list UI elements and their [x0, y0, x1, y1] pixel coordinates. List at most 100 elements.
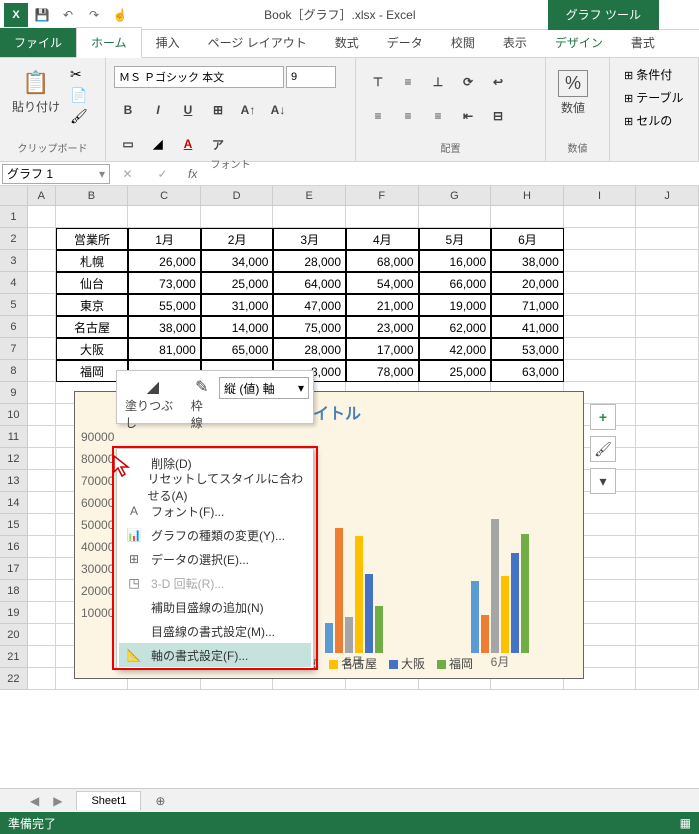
- font-size-select[interactable]: [286, 66, 336, 88]
- cell[interactable]: [564, 206, 637, 228]
- copy-icon[interactable]: 📄: [70, 87, 88, 104]
- row-header[interactable]: 22: [0, 668, 28, 690]
- cell[interactable]: [564, 316, 637, 338]
- undo-icon[interactable]: ↶: [56, 3, 80, 27]
- cell[interactable]: [201, 206, 274, 228]
- cell[interactable]: 31,000: [201, 294, 274, 316]
- cell[interactable]: [56, 206, 129, 228]
- context-menu-item[interactable]: 📐軸の書式設定(F)...: [119, 643, 311, 667]
- col-header[interactable]: A: [28, 186, 56, 206]
- cell[interactable]: 64,000: [273, 272, 346, 294]
- col-header[interactable]: J: [636, 186, 699, 206]
- name-box[interactable]: グラフ 1▾: [2, 164, 110, 184]
- cell[interactable]: [636, 492, 699, 514]
- context-menu-item[interactable]: 補助目盛線の追加(N): [119, 595, 311, 619]
- row-header[interactable]: 16: [0, 536, 28, 558]
- align-center-icon[interactable]: ≡: [394, 104, 422, 128]
- bold-button[interactable]: B: [114, 98, 142, 122]
- col-header[interactable]: H: [491, 186, 564, 206]
- cell[interactable]: [28, 228, 56, 250]
- font-grow-icon[interactable]: A↑: [234, 98, 262, 122]
- wrap-text-icon[interactable]: ↩: [484, 70, 512, 94]
- align-middle-icon[interactable]: ≡: [394, 70, 422, 94]
- cell[interactable]: [28, 624, 56, 646]
- cell[interactable]: [419, 206, 492, 228]
- font-name-select[interactable]: [114, 66, 284, 88]
- view-controls[interactable]: ▦: [680, 816, 691, 830]
- cell[interactable]: 71,000: [491, 294, 564, 316]
- col-header[interactable]: I: [564, 186, 637, 206]
- indent-dec-icon[interactable]: ⇤: [454, 104, 482, 128]
- tab-review[interactable]: 校閲: [437, 28, 489, 57]
- redo-icon[interactable]: ↷: [82, 3, 106, 27]
- cell[interactable]: 38,000: [491, 250, 564, 272]
- row-header[interactable]: 8: [0, 360, 28, 382]
- cell[interactable]: [636, 536, 699, 558]
- orientation-icon[interactable]: ⟳: [454, 70, 482, 94]
- cell[interactable]: 営業所: [56, 228, 129, 250]
- cell[interactable]: [28, 470, 56, 492]
- cell[interactable]: 62,000: [419, 316, 492, 338]
- cell[interactable]: 53,000: [491, 338, 564, 360]
- cell[interactable]: [28, 492, 56, 514]
- cell[interactable]: [636, 426, 699, 448]
- row-header[interactable]: 21: [0, 646, 28, 668]
- cell[interactable]: [28, 250, 56, 272]
- cell[interactable]: [28, 602, 56, 624]
- font-color-button[interactable]: A: [174, 132, 202, 156]
- cell[interactable]: [636, 382, 699, 404]
- row-header[interactable]: 14: [0, 492, 28, 514]
- cell[interactable]: 34,000: [201, 250, 274, 272]
- cell[interactable]: [636, 448, 699, 470]
- cell[interactable]: [636, 206, 699, 228]
- cell[interactable]: 65,000: [201, 338, 274, 360]
- row-header[interactable]: 6: [0, 316, 28, 338]
- context-menu-item[interactable]: ◳3-D 回転(R)...: [119, 571, 311, 595]
- cell[interactable]: [564, 294, 637, 316]
- font-shrink-icon[interactable]: A↓: [264, 98, 292, 122]
- fill-button[interactable]: ◢ 塗りつぶし: [121, 375, 185, 419]
- cell[interactable]: 17,000: [346, 338, 419, 360]
- cell[interactable]: [636, 338, 699, 360]
- save-icon[interactable]: 💾: [30, 3, 54, 27]
- context-menu-item[interactable]: 📊グラフの種類の変更(Y)...: [119, 523, 311, 547]
- row-header[interactable]: 7: [0, 338, 28, 360]
- sheet-nav-next-icon[interactable]: ▶: [53, 794, 62, 808]
- italic-button[interactable]: I: [144, 98, 172, 122]
- cell[interactable]: 78,000: [346, 360, 419, 382]
- row-header[interactable]: 1: [0, 206, 28, 228]
- tab-insert[interactable]: 挿入: [142, 28, 194, 57]
- cell[interactable]: [28, 338, 56, 360]
- cell[interactable]: 3月: [273, 228, 346, 250]
- number-format-button[interactable]: % 数値: [554, 66, 592, 120]
- cell[interactable]: [28, 514, 56, 536]
- cell[interactable]: [564, 228, 637, 250]
- sheet-nav-prev-icon[interactable]: ◀: [30, 794, 39, 808]
- cell[interactable]: [28, 382, 56, 404]
- cell[interactable]: 28,000: [273, 338, 346, 360]
- cell[interactable]: [636, 646, 699, 668]
- cell[interactable]: [28, 206, 56, 228]
- row-header[interactable]: 17: [0, 558, 28, 580]
- context-menu-item[interactable]: リセットしてスタイルに合わせる(A): [119, 475, 311, 499]
- table-format-button[interactable]: ⊞ テーブル: [624, 89, 684, 106]
- row-header[interactable]: 15: [0, 514, 28, 536]
- select-all-corner[interactable]: [0, 186, 28, 206]
- cell[interactable]: [636, 404, 699, 426]
- cell[interactable]: [636, 580, 699, 602]
- cell[interactable]: 38,000: [128, 316, 201, 338]
- cell[interactable]: [346, 206, 419, 228]
- cell[interactable]: [636, 250, 699, 272]
- cell[interactable]: 55,000: [128, 294, 201, 316]
- row-header[interactable]: 10: [0, 404, 28, 426]
- row-header[interactable]: 2: [0, 228, 28, 250]
- col-header[interactable]: F: [346, 186, 419, 206]
- cell[interactable]: [636, 316, 699, 338]
- cell[interactable]: [636, 668, 699, 690]
- row-header[interactable]: 5: [0, 294, 28, 316]
- cell[interactable]: [564, 338, 637, 360]
- cell[interactable]: [28, 360, 56, 382]
- cell[interactable]: 大阪: [56, 338, 129, 360]
- cell[interactable]: 14,000: [201, 316, 274, 338]
- cell[interactable]: 81,000: [128, 338, 201, 360]
